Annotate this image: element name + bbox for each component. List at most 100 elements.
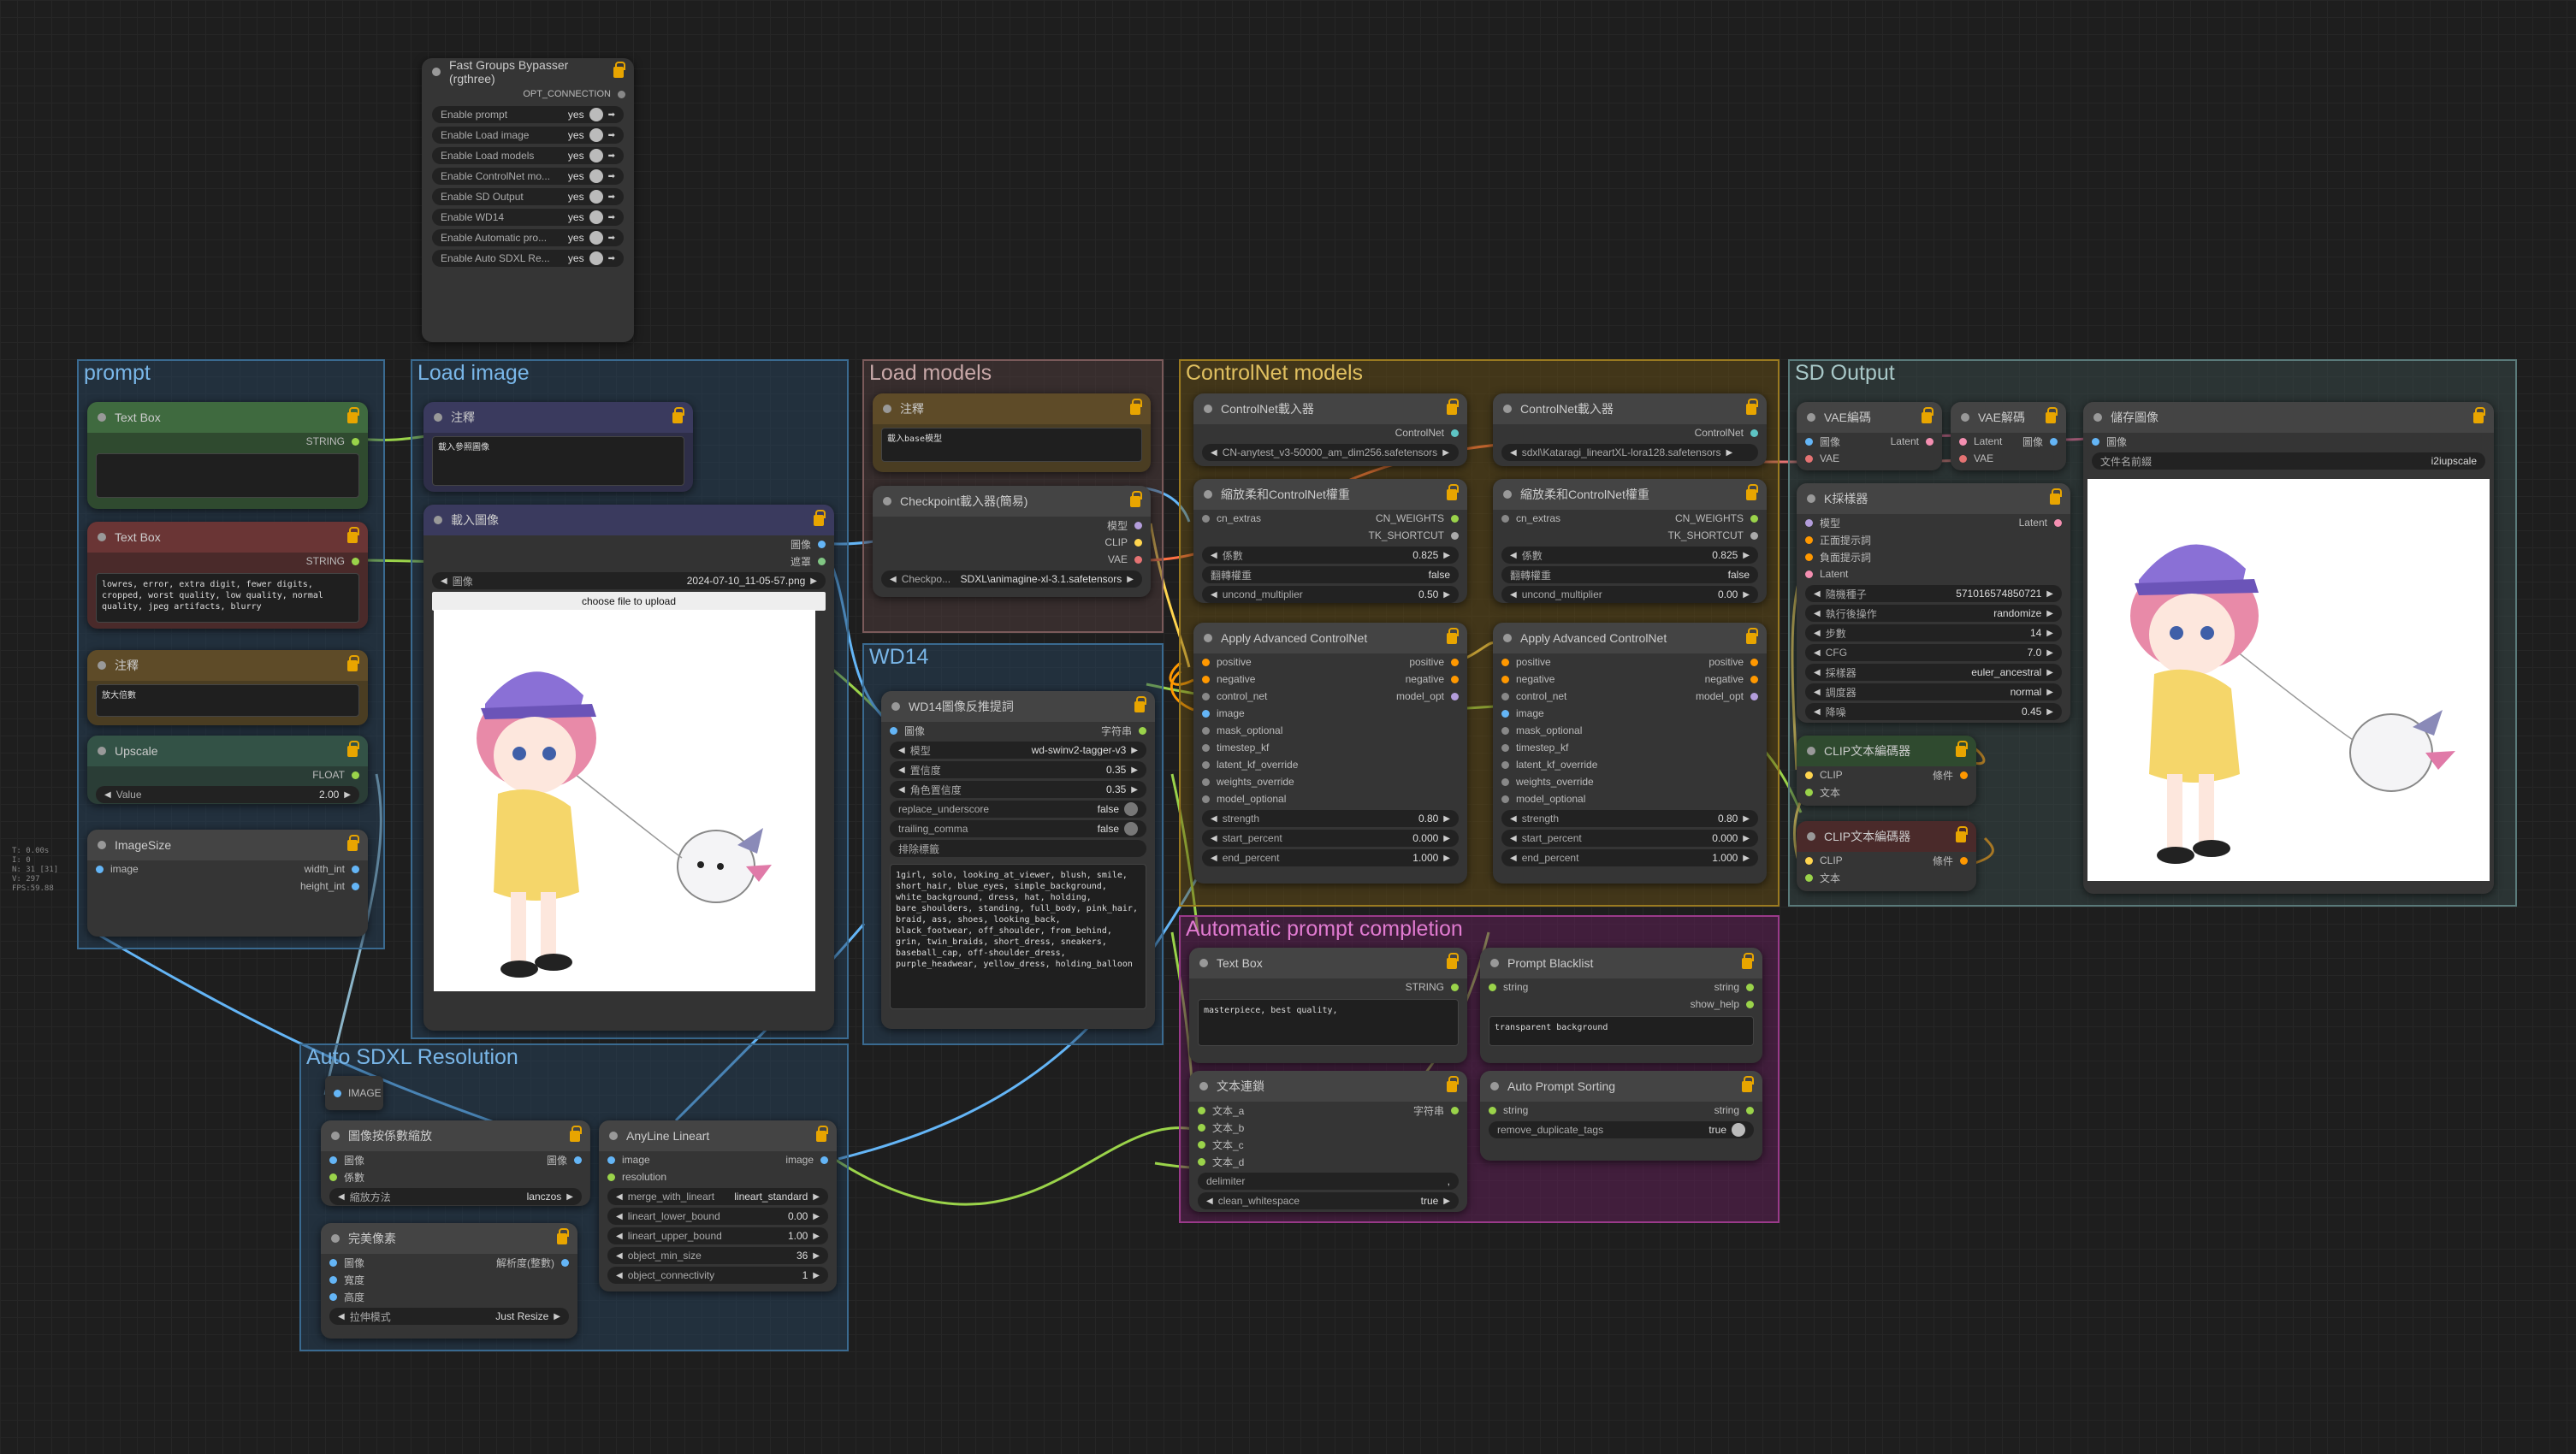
- filename-prefix-field[interactable]: 文件名前綴 i2iupscale: [2092, 452, 2485, 470]
- bypass-toggle-2[interactable]: Enable Load models yes ➡: [432, 147, 624, 164]
- bypass-toggle-3[interactable]: Enable ControlNet mo... yes ➡: [432, 168, 624, 185]
- blacklist-textarea[interactable]: transparent background: [1489, 1016, 1754, 1046]
- input-pin[interactable]: [1202, 658, 1210, 666]
- fast-groups-bypasser-node[interactable]: Fast Groups Bypasser (rgthree) OPT_CONNE…: [422, 58, 634, 342]
- node-collapse-dot[interactable]: [1199, 1082, 1208, 1090]
- wd14-tagger-node[interactable]: WD14圖像反推提詞 圖像 字符串 ◀ 模型 wd-swinv2-tagger-v3 ▶…: [881, 691, 1155, 1029]
- flip-weights-toggle[interactable]: 翻轉權重 false: [1202, 566, 1459, 583]
- input-pin[interactable]: [1501, 514, 1509, 523]
- arrow-right-icon[interactable]: ➡: [608, 110, 615, 120]
- input-pin[interactable]: [1959, 437, 1967, 446]
- clean-whitespace-widget[interactable]: ◀ clean_whitespace true ▶: [1198, 1192, 1459, 1209]
- node-collapse-dot[interactable]: [1503, 634, 1512, 642]
- input-pin[interactable]: [1202, 743, 1210, 752]
- input-pin[interactable]: [329, 1275, 337, 1284]
- bypass-toggle-5[interactable]: Enable WD14 yes ➡: [432, 209, 624, 226]
- bypass-toggle-6[interactable]: Enable Automatic pro... yes ➡: [432, 229, 624, 246]
- upscale-method-widget[interactable]: ◀ 縮放方法 lanczos ▶: [329, 1188, 582, 1205]
- input-pin[interactable]: [1805, 856, 1813, 865]
- threshold-widget[interactable]: ◀ 置信度 0.35 ▶: [890, 761, 1146, 778]
- reroute-image-node[interactable]: IMAGE: [325, 1076, 383, 1110]
- input-pin[interactable]: [1805, 771, 1813, 779]
- output-pin[interactable]: [818, 557, 826, 565]
- input-pin[interactable]: [1805, 788, 1813, 796]
- character-threshold-widget[interactable]: ◀ 角色置信度 0.35 ▶: [890, 781, 1146, 798]
- strength-widget[interactable]: ◀ strength 0.80 ▶: [1501, 810, 1758, 827]
- node-collapse-dot[interactable]: [1204, 405, 1212, 413]
- scaled-soft-controlnet-weights-node[interactable]: 縮放柔和ControlNet權重 cn_extras CN_WEIGHTS TK_SH…: [1193, 479, 1467, 603]
- anyline-widget[interactable]: ◀ merge_with_lineart lineart_standard ▶: [607, 1188, 828, 1205]
- node-collapse-dot[interactable]: [891, 702, 900, 711]
- upscale-node[interactable]: Upscale FLOAT ◀ Value 2.00 ▶: [87, 736, 368, 804]
- uncond-multiplier-widget[interactable]: ◀ uncond_multiplier 0.50 ▶: [1202, 586, 1459, 603]
- input-pin[interactable]: [1202, 709, 1210, 718]
- input-pin[interactable]: [329, 1258, 337, 1267]
- output-pin[interactable]: [1451, 692, 1459, 700]
- input-pin[interactable]: [1805, 873, 1813, 882]
- output-pin[interactable]: [352, 882, 359, 890]
- input-pin[interactable]: [329, 1292, 337, 1301]
- input-pin[interactable]: [1501, 658, 1509, 666]
- input-pin[interactable]: [329, 1173, 337, 1181]
- controlnet-file-widget[interactable]: ◀ sdxl\Kataragi_lineartXL-lora128.safeten…: [1501, 444, 1758, 461]
- pixel-perfect-resolution-node[interactable]: 完美像素 圖像 解析度(整數) 寬度 高度 ◀ 拉伸模式 Just Resize ▶: [321, 1223, 577, 1339]
- bypass-toggle-7[interactable]: Enable Auto SDXL Re... yes ➡: [432, 250, 624, 267]
- anyline-widget[interactable]: ◀ object_connectivity 1 ▶: [607, 1267, 828, 1284]
- exclude-tags-field[interactable]: 排除標籤: [890, 840, 1146, 857]
- checkpoint-loader-node[interactable]: Checkpoint載入器(簡易) 模型 CLIP VAE ◀ Checkpo..…: [873, 486, 1151, 597]
- output-pin[interactable]: [1750, 658, 1758, 666]
- arrow-right-icon[interactable]: ➡: [608, 254, 615, 263]
- input-pin[interactable]: [1501, 726, 1509, 735]
- output-pin[interactable]: [1746, 983, 1754, 991]
- output-pin[interactable]: [1451, 983, 1459, 991]
- auto-prompt-sorting-node[interactable]: Auto Prompt Sorting string string remove_…: [1480, 1071, 1762, 1161]
- node-collapse-dot[interactable]: [434, 413, 442, 422]
- arrow-right-icon[interactable]: ➡: [608, 233, 615, 243]
- output-pin[interactable]: [1746, 1106, 1754, 1114]
- output-pin[interactable]: [1451, 531, 1459, 540]
- node-collapse-dot[interactable]: [98, 841, 106, 849]
- vae-encode-node[interactable]: VAE編碼 圖像 Latent VAE: [1797, 402, 1942, 470]
- node-collapse-dot[interactable]: [883, 405, 891, 413]
- node-collapse-dot[interactable]: [883, 497, 891, 505]
- clip-text-encode-positive-node[interactable]: CLIP文本編碼器 CLIP 條件 文本: [1797, 736, 1976, 806]
- bypass-toggle-1[interactable]: Enable Load image yes ➡: [432, 127, 624, 144]
- output-pin[interactable]: [2050, 437, 2058, 446]
- output-pin[interactable]: [1451, 429, 1459, 437]
- arrow-right-icon[interactable]: ➡: [608, 192, 615, 202]
- end-percent-widget[interactable]: ◀ end_percent 1.000 ▶: [1202, 849, 1459, 866]
- controlnet-loader-node[interactable]: ControlNet載入器 ControlNet ◀ sdxl\Kataragi_li…: [1493, 393, 1767, 466]
- output-pin[interactable]: [352, 771, 359, 779]
- node-collapse-dot[interactable]: [98, 747, 106, 755]
- input-pin[interactable]: [1805, 535, 1813, 544]
- bypass-toggle-4[interactable]: Enable SD Output yes ➡: [432, 188, 624, 205]
- text-box-node[interactable]: Text Box STRING masterpiece, best qualit…: [1189, 948, 1467, 1063]
- base-multiplier-widget[interactable]: ◀ 係數 0.825 ▶: [1501, 547, 1758, 564]
- note-textarea[interactable]: 載入base模型: [881, 428, 1142, 462]
- output-pin[interactable]: [1750, 514, 1758, 523]
- node-collapse-dot[interactable]: [331, 1132, 340, 1140]
- node-collapse-dot[interactable]: [1807, 747, 1815, 755]
- ckpt-select-widget[interactable]: ◀ Checkpo... SDXL\animagine-xl-3.1.safeten…: [881, 570, 1142, 588]
- node-collapse-dot[interactable]: [98, 413, 106, 422]
- node-collapse-dot[interactable]: [1503, 490, 1512, 499]
- input-pin[interactable]: [1959, 454, 1967, 463]
- output-pin[interactable]: [1134, 538, 1142, 547]
- start-percent-widget[interactable]: ◀ start_percent 0.000 ▶: [1202, 830, 1459, 847]
- text-box-node[interactable]: Text Box STRING: [87, 402, 368, 509]
- node-collapse-dot[interactable]: [2093, 413, 2102, 422]
- note-textarea[interactable]: 放大倍數: [96, 684, 359, 717]
- apply-advanced-controlnet-node[interactable]: Apply Advanced ControlNet positive positiv…: [1193, 623, 1467, 884]
- input-pin[interactable]: [1805, 570, 1813, 578]
- output-pin[interactable]: [1750, 531, 1758, 540]
- ksampler-widget[interactable]: ◀ 調度器 normal ▶: [1805, 683, 2062, 700]
- input-pin[interactable]: [1198, 1106, 1205, 1114]
- input-pin[interactable]: [1202, 726, 1210, 735]
- ksampler-widget[interactable]: ◀ CFG 7.0 ▶: [1805, 644, 2062, 661]
- output-pin[interactable]: [1960, 771, 1968, 779]
- output-pin[interactable]: [1451, 514, 1459, 523]
- imagesize-node[interactable]: ImageSize image width_int height_int: [87, 830, 368, 937]
- controlnet-loader-node[interactable]: ControlNet載入器 ControlNet ◀ CN-anytest_v3-50…: [1193, 393, 1467, 466]
- input-pin[interactable]: [334, 1089, 341, 1097]
- arrow-right-icon[interactable]: ➡: [608, 151, 615, 161]
